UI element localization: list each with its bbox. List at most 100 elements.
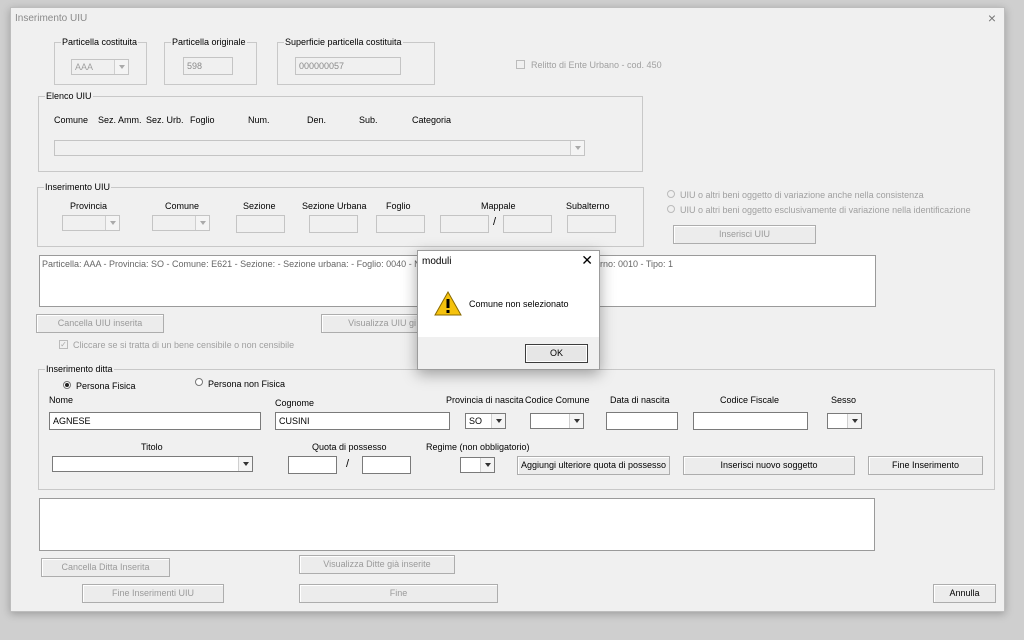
warning-icon xyxy=(434,291,462,316)
chevron-down-icon xyxy=(569,414,583,428)
nome-label: Nome xyxy=(49,395,74,405)
dialog-message: Comune non selezionato xyxy=(469,299,569,309)
regime-select[interactable] xyxy=(460,457,495,473)
persona-fisica-radio[interactable] xyxy=(63,381,71,389)
codice-fiscale-field[interactable] xyxy=(693,412,808,430)
cancella-ditta-button[interactable]: Cancella Ditta Inserita xyxy=(41,558,170,577)
inserimento-ditta-group: Inserimento ditta Persona Fisica Persona… xyxy=(38,364,995,490)
chevron-down-icon xyxy=(847,414,861,428)
superficie-label: Superficie particella costituita xyxy=(284,37,403,48)
quota-slash: / xyxy=(346,458,350,470)
provincia-select[interactable] xyxy=(62,215,120,231)
dialog-close-button[interactable]: ✕ xyxy=(581,252,593,268)
foglio-field[interactable] xyxy=(376,215,425,233)
chevron-down-icon xyxy=(195,216,209,230)
inserisci-uiu-button[interactable]: Inserisci UIU xyxy=(673,225,816,244)
codice-comune-label: Codice Comune xyxy=(525,395,590,405)
inserimento-uiu-group: Inserimento UIU Provincia Comune Sezione… xyxy=(37,182,644,247)
column-categoria: Categoria xyxy=(412,115,452,125)
chevron-down-icon xyxy=(491,414,505,428)
dialog-title: moduli xyxy=(422,256,452,267)
window-title: Inserimento UIU xyxy=(15,13,88,24)
subalterno-field[interactable] xyxy=(567,215,616,233)
relitto-label: Relitto di Ente Urbano - cod. 450 xyxy=(531,60,662,70)
particella-costituita-value: AAA xyxy=(75,62,94,72)
sensibile-checkbox[interactable]: ✓ xyxy=(59,340,68,349)
sezione-label: Sezione xyxy=(243,201,276,211)
chevron-down-icon xyxy=(105,216,119,230)
mappale-field-1[interactable] xyxy=(440,215,489,233)
sensibile-label: Cliccare se si tratta di un bene censibi… xyxy=(73,340,295,350)
ditte-listbox[interactable] xyxy=(39,498,875,551)
variazione-consistenza-label: UIU o altri beni oggetto di variazione a… xyxy=(680,190,924,200)
cancella-uiu-button[interactable]: Cancella UIU inserita xyxy=(36,314,164,333)
particella-originale-field[interactable]: 598 xyxy=(183,57,233,75)
quota-denominatore-field[interactable] xyxy=(362,456,411,474)
data-nascita-field[interactable] xyxy=(606,412,678,430)
titolo-select[interactable] xyxy=(52,456,253,472)
elenco-uiu-group: Elenco UIU Comune Sez. Amm. Sez. Urb. Fo… xyxy=(38,91,643,172)
mappale-field-2[interactable] xyxy=(503,215,552,233)
foglio-label: Foglio xyxy=(386,201,411,211)
comune-label: Comune xyxy=(165,201,200,211)
variazione-consistenza-radio[interactable] xyxy=(667,190,675,198)
inserimento-uiu-label: Inserimento UIU xyxy=(44,182,112,193)
chevron-down-icon xyxy=(570,141,584,155)
message-dialog: moduli ✕ Comune non selezionato OK xyxy=(417,250,600,370)
elenco-uiu-select[interactable] xyxy=(54,140,585,156)
chevron-down-icon xyxy=(238,457,252,471)
dialog-body: moduli ✕ Comune non selezionato xyxy=(418,251,599,337)
comune-select[interactable] xyxy=(152,215,210,231)
particella-costituita-select[interactable]: AAA xyxy=(71,59,129,75)
cognome-label: Cognome xyxy=(275,398,315,408)
provincia-label: Provincia xyxy=(70,201,108,211)
column-num: Num. xyxy=(248,115,270,125)
sesso-label: Sesso xyxy=(831,395,857,405)
dialog-ok-button[interactable]: OK xyxy=(525,344,588,363)
inserimento-ditta-label: Inserimento ditta xyxy=(45,364,114,375)
quota-numeratore-field[interactable] xyxy=(288,456,337,474)
window-close-button[interactable]: × xyxy=(988,10,996,26)
nome-field[interactable]: AGNESE xyxy=(49,412,261,430)
sezione-urbana-field[interactable] xyxy=(309,215,358,233)
data-nascita-label: Data di nascita xyxy=(610,395,670,405)
inserisci-soggetto-button[interactable]: Inserisci nuovo soggetto xyxy=(683,456,855,475)
uiu-list-item-tail: rno: 0010 - Tipo: 1 xyxy=(600,259,674,269)
uiu-list-item[interactable]: Particella: AAA - Provincia: SO - Comune… xyxy=(42,259,421,270)
regime-label: Regime (non obbligatorio) xyxy=(426,442,530,452)
visualizza-ditte-button[interactable]: Visualizza Ditte già inserite xyxy=(299,555,455,574)
column-sub: Sub. xyxy=(359,115,378,125)
fine-button[interactable]: Fine xyxy=(299,584,498,603)
provincia-nascita-value: SO xyxy=(469,416,483,426)
fine-inserimenti-uiu-button[interactable]: Fine Inserimenti UIU xyxy=(82,584,224,603)
chevron-down-icon xyxy=(480,458,494,472)
persona-fisica-label: Persona Fisica xyxy=(76,381,136,391)
particella-originale-label: Particella originale xyxy=(171,37,247,48)
persona-non-fisica-radio[interactable] xyxy=(195,378,203,386)
sesso-select[interactable] xyxy=(827,413,862,429)
superficie-field[interactable]: 000000057 xyxy=(295,57,401,75)
column-sez-urb: Sez. Urb. xyxy=(146,115,184,125)
titolo-label: Titolo xyxy=(141,442,163,452)
column-comune: Comune xyxy=(54,115,89,125)
particella-costituita-group: Particella costituita AAA xyxy=(54,37,147,85)
visualizza-uiu-button[interactable]: Visualizza UIU gi xyxy=(321,314,421,333)
variazione-identificazione-radio[interactable] xyxy=(667,205,675,213)
codice-comune-select[interactable] xyxy=(530,413,584,429)
relitto-checkbox[interactable] xyxy=(516,60,525,69)
codice-fiscale-label: Codice Fiscale xyxy=(720,395,780,405)
column-den: Den. xyxy=(307,115,327,125)
aggiungi-quota-button[interactable]: Aggiungi ulteriore quota di possesso xyxy=(517,456,670,475)
elenco-uiu-label: Elenco UIU xyxy=(45,91,93,102)
provincia-nascita-select[interactable]: SO xyxy=(465,413,506,429)
quota-label: Quota di possesso xyxy=(312,442,387,452)
sezione-field[interactable] xyxy=(236,215,285,233)
annulla-button[interactable]: Annulla xyxy=(933,584,996,603)
mappale-label: Mappale xyxy=(481,201,516,211)
variazione-identificazione-label: UIU o altri beni oggetto esclusivamente … xyxy=(680,205,971,215)
superficie-group: Superficie particella costituita 0000000… xyxy=(277,37,435,85)
subalterno-label: Subalterno xyxy=(566,201,610,211)
cognome-field[interactable]: CUSINI xyxy=(275,412,450,430)
mappale-slash: / xyxy=(493,216,497,228)
fine-inserimento-button[interactable]: Fine Inserimento xyxy=(868,456,983,475)
